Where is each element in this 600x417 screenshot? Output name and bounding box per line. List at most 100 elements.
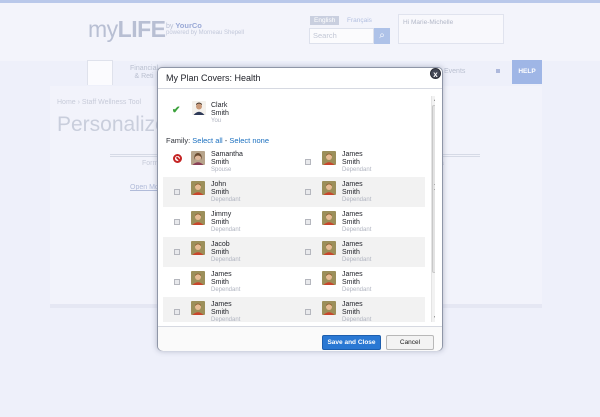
member-row: James Smith Dependant James Smith Dependant [163,297,425,322]
scroll-down-icon[interactable]: ▼ [433,315,435,321]
family-member[interactable]: Jacob Smith Dependant [163,237,293,267]
family-member[interactable]: Samantha Smith Spouse [163,147,293,177]
avatar [322,241,336,255]
member-role: Dependant [342,257,372,263]
member-last-name: Smith [342,159,360,166]
member-row: Jacob Smith Dependant James Smith Dependant [163,237,425,267]
member-last-name: Smith [211,279,229,286]
member-last-name: Smith [342,309,360,316]
member-row: Jimmy Smith Dependant James Smith Dependant [163,207,425,237]
member-row: Samantha Smith Spouse James Smith Dependant [163,147,425,177]
member-last-name: Smith [342,219,360,226]
member-last-name: Smith [211,309,229,316]
close-icon[interactable]: x [430,68,441,79]
family-member[interactable]: James Smith Dependant [294,177,424,207]
member-role: Dependant [342,227,372,233]
member-checkbox[interactable] [174,279,180,285]
member-role: Dependant [342,197,372,203]
family-label: Family: [166,136,191,145]
logo-powered-by: powered by Morneau Shepell [166,30,245,36]
language-french[interactable]: Français [347,17,372,24]
member-checkbox[interactable] [174,189,180,195]
family-member[interactable]: James Smith Dependant [294,207,424,237]
scrollbar-grip [434,184,435,190]
avatar [191,271,205,285]
member-row: James Smith Dependant James Smith Dependant [163,267,425,297]
family-member[interactable]: James Smith Dependant [294,147,424,177]
self-role: You [211,118,222,124]
member-last-name: Smith [211,219,229,226]
member-checkbox[interactable] [305,189,311,195]
member-last-name: Smith [342,249,360,256]
tab-events[interactable]: Events [444,68,465,75]
member-checkbox[interactable] [174,249,180,255]
avatar [191,211,205,225]
family-member[interactable]: John Smith Dependant [163,177,293,207]
select-all-link[interactable]: Select all [192,136,222,145]
member-role: Dependant [342,317,372,322]
dialog-footer: Save and Close Cancel [158,326,442,351]
member-checkbox[interactable] [305,249,311,255]
member-checkbox[interactable] [305,159,311,165]
avatar [322,151,336,165]
member-last-name: Smith [342,279,360,286]
cancel-button[interactable]: Cancel [386,335,434,350]
member-checkbox[interactable] [174,309,180,315]
logo-byline: by YourCo [166,21,202,30]
avatar [191,301,205,315]
member-role: Dependant [211,287,241,293]
avatar [191,241,205,255]
member-role: Dependant [342,167,372,173]
member-row: John Smith Dependant James Smith Dependant [163,177,425,207]
member-checkbox[interactable] [305,309,311,315]
member-last-name: Smith [211,189,229,196]
user-greeting[interactable]: Hi Marie-Michelle [403,19,453,26]
avatar [192,101,206,115]
member-last-name: Smith [211,159,229,166]
family-member[interactable]: James Smith Dependant [294,237,424,267]
tab-financial[interactable]: Financial & Reti [130,65,158,81]
separator: - [224,136,228,145]
family-member[interactable]: James Smith Dependant [294,297,424,322]
family-member[interactable]: James Smith Dependant [163,267,293,297]
search-input[interactable]: Search [309,28,374,44]
member-role: Dependant [342,287,372,293]
family-member[interactable]: James Smith Dependant [163,297,293,322]
member-last-name: Smith [342,189,360,196]
search-icon[interactable]: ⌕ [374,28,390,44]
save-and-close-button[interactable]: Save and Close [322,335,381,350]
dialog-header: My Plan Covers: Health [158,68,442,89]
dialog-body: ✔ Clark Smith You Family: Select all - S… [163,96,435,322]
avatar [322,301,336,315]
check-icon: ✔ [172,105,181,116]
nav-square-icon[interactable] [496,69,500,73]
family-member[interactable]: Jimmy Smith Dependant [163,207,293,237]
form-label: Form [142,160,159,167]
dialog-title: My Plan Covers: Health [166,73,261,83]
member-role: Dependant [211,317,241,322]
member-checkbox[interactable] [174,219,180,225]
tab-home[interactable] [87,60,113,85]
excluded-icon[interactable] [173,154,182,163]
language-english[interactable]: English [310,16,340,25]
self-last-name: Smith [211,110,229,117]
avatar [322,271,336,285]
member-role: Spouse [211,167,232,173]
avatar [322,181,336,195]
member-checkbox[interactable] [305,279,311,285]
avatar [191,181,205,195]
member-role: Dependant [211,197,241,203]
open-link[interactable]: Open Mo [130,184,159,191]
help-button[interactable]: HELP [512,60,542,84]
avatar [191,151,205,165]
logo: myLIFE [88,16,166,42]
member-checkbox[interactable] [305,219,311,225]
family-selector: Family: Select all - Select none [166,136,269,145]
select-none-link[interactable]: Select none [229,136,269,145]
member-role: Dependant [211,227,241,233]
member-last-name: Smith [211,249,229,256]
scroll-up-icon[interactable]: ▲ [433,97,435,103]
member-role: Dependant [211,257,241,263]
family-member[interactable]: James Smith Dependant [294,267,424,297]
breadcrumb[interactable]: Home › Staff Wellness Tool [57,99,141,106]
